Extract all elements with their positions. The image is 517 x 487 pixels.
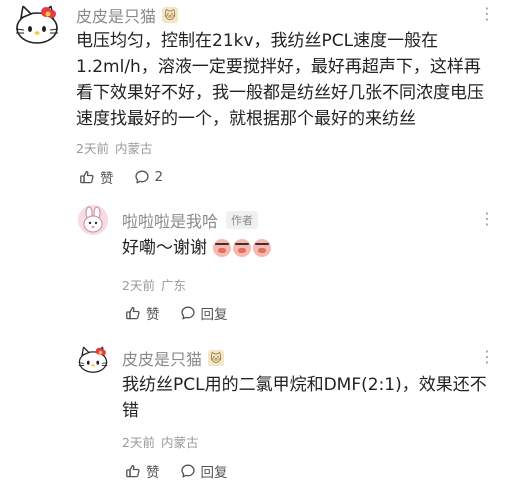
comment-text-line: 电压均匀，控制在21kv，我纺丝PCL速度一般在: [76, 31, 439, 51]
thumbs-up-icon: [80, 170, 94, 184]
location: 广东: [160, 278, 186, 293]
avatar-hello-kitty[interactable]: [76, 344, 110, 376]
more-options-icon[interactable]: ⋮: [479, 211, 495, 227]
location: 内蒙古: [114, 141, 153, 156]
comment-text-line: 1.2ml/h，溶液一定要搅拌好，最好再超声下，这样再: [76, 57, 481, 77]
comment-bubble-icon: [180, 306, 195, 320]
comment-text: 电压均匀，控制在21kv，我纺丝PCL速度一般在 1.2ml/h，溶液一定要搅拌…: [76, 28, 506, 132]
more-options-icon[interactable]: ⋮: [479, 6, 495, 22]
avatar-hello-kitty[interactable]: [12, 2, 62, 48]
reply-label: 回复: [200, 307, 228, 323]
reply-actions: 赞 回复: [125, 461, 248, 481]
reply-text: 好嘞～谢谢: [122, 235, 272, 261]
reply-count-button[interactable]: 2: [134, 169, 164, 185]
reply-text-line: 我纺丝PCL用的二氯甲烷和DMF(2:1)，效果还不: [122, 375, 487, 395]
like-button[interactable]: 赞: [79, 167, 114, 187]
reply-text-line: 错: [122, 401, 139, 421]
author-row: 皮皮是只猫 🐱: [76, 3, 179, 27]
reply-2: 皮皮是只猫 🐱 ⋮ 我纺丝PCL用的二氯甲烷和DMF(2:1)，效果还不 错 2…: [0, 338, 517, 487]
reply-text: 我纺丝PCL用的二氯甲烷和DMF(2:1)，效果还不 错: [122, 372, 507, 424]
reply-1: 啦啦啦是我哈 作者 ⋮ 好嘞～谢谢 2天前 广东 赞 回复: [0, 200, 517, 335]
comment-actions: 赞 2: [79, 167, 183, 187]
reply-actions: 赞 回复: [125, 303, 248, 323]
like-label: 赞: [146, 465, 160, 481]
cat-badge-icon: 🐱: [162, 7, 179, 23]
pig-emoji-icon: [253, 239, 272, 257]
comment-1: 皮皮是只猫 🐱 ⋮ 电压均匀，控制在21kv，我纺丝PCL速度一般在 1.2ml…: [0, 0, 517, 190]
comment-bubble-icon: [180, 464, 195, 478]
hello-kitty-avatar-icon: [78, 345, 108, 373]
hello-kitty-avatar-icon: [15, 4, 59, 44]
thumbs-up-icon: [126, 306, 140, 320]
author-row: 啦啦啦是我哈 作者: [122, 208, 259, 232]
avatar-user[interactable]: [78, 205, 108, 235]
reply-button[interactable]: 回复: [180, 461, 228, 481]
like-label: 赞: [146, 307, 160, 323]
location: 内蒙古: [160, 435, 199, 450]
comment-bubble-icon: [134, 170, 149, 184]
timestamp: 2天前: [122, 278, 155, 293]
author-row: 皮皮是只猫 🐱: [122, 346, 225, 370]
author-tag-badge: 作者: [226, 211, 259, 229]
pig-emoji-group: [213, 239, 272, 257]
pig-emoji-icon: [233, 239, 252, 257]
reply-text-content: 好嘞～谢谢: [122, 238, 207, 258]
comment-text-line: 速度找最好的一个，就根据那个最好的来纺丝: [76, 109, 416, 129]
reply-label: 回复: [200, 465, 228, 481]
reply-count: 2: [154, 169, 164, 185]
author-name[interactable]: 皮皮是只猫: [122, 346, 202, 370]
like-button[interactable]: 赞: [125, 461, 160, 481]
bunny-avatar-icon: [78, 205, 108, 235]
reply-meta: 2天前 内蒙古: [122, 432, 198, 451]
pig-emoji-icon: [213, 239, 232, 257]
reply-meta: 2天前 广东: [122, 275, 186, 294]
reply-button[interactable]: 回复: [180, 303, 228, 323]
timestamp: 2天前: [76, 141, 109, 156]
more-options-icon[interactable]: ⋮: [479, 349, 495, 365]
timestamp: 2天前: [122, 435, 155, 450]
thumbs-up-icon: [126, 464, 140, 478]
like-label: 赞: [100, 171, 114, 187]
author-name[interactable]: 皮皮是只猫: [76, 3, 156, 27]
author-name[interactable]: 啦啦啦是我哈: [122, 208, 218, 232]
comment-text-line: 看下效果好不好，我一般都是纺丝好几张不同浓度电压: [76, 83, 484, 103]
comment-meta: 2天前 内蒙古: [76, 138, 152, 157]
cat-badge-icon: 🐱: [208, 350, 225, 366]
like-button[interactable]: 赞: [125, 303, 160, 323]
